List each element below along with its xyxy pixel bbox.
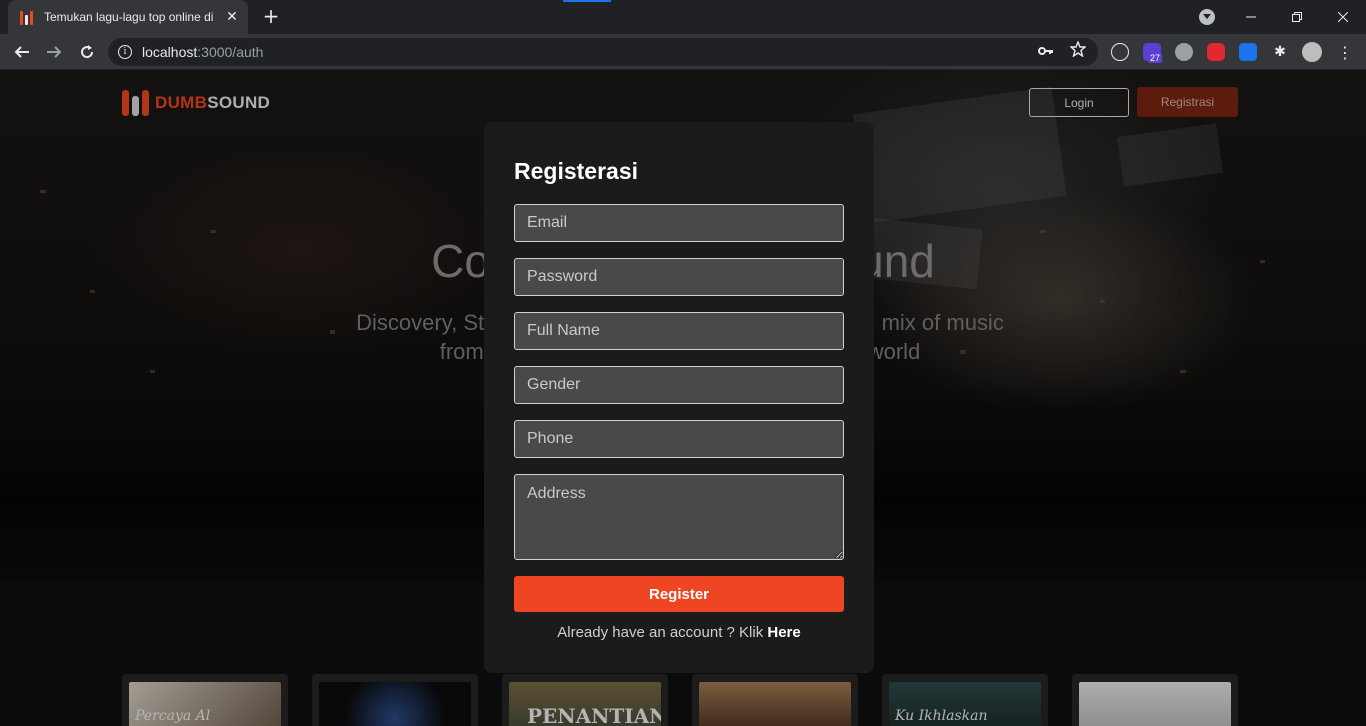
new-tab-button[interactable]: + — [260, 5, 282, 27]
login-prompt: Already have an account ? Klik Here — [514, 624, 844, 641]
url-path: :3000/auth — [197, 44, 264, 60]
gender-input[interactable] — [514, 366, 844, 404]
email-input[interactable] — [514, 204, 844, 242]
register-modal: Registerasi Register Already have an acc… — [484, 122, 874, 673]
tab-strip-accent — [563, 0, 611, 2]
circle-extension-icon[interactable] — [1175, 43, 1193, 61]
phone-input[interactable] — [514, 420, 844, 458]
hand-block-extension-icon[interactable] — [1207, 43, 1225, 61]
extension-badge: 27 — [1148, 53, 1163, 63]
key-icon[interactable] — [1038, 43, 1054, 61]
page-content: Connect on DumbSound Discovery, Stream, … — [0, 70, 1366, 726]
menu-kebab-icon[interactable]: ⋮ — [1336, 43, 1354, 62]
minimize-icon[interactable] — [1228, 0, 1274, 34]
address-bar[interactable]: i localhost:3000/auth — [108, 38, 1098, 66]
password-input[interactable] — [514, 258, 844, 296]
login-here-link[interactable]: Here — [767, 624, 800, 641]
close-tab-icon[interactable]: ✕ — [224, 9, 240, 25]
url-text: localhost:3000/auth — [142, 44, 263, 60]
extensions-puzzle-icon[interactable]: ✱ — [1271, 43, 1289, 61]
browser-toolbar: i localhost:3000/auth ✱ ⋮ — [0, 34, 1366, 70]
reload-icon[interactable] — [75, 40, 99, 64]
restore-icon[interactable] — [1274, 0, 1320, 34]
register-submit-button[interactable]: Register — [514, 576, 844, 612]
screen-extension-icon[interactable] — [1239, 43, 1257, 61]
browser-tab[interactable]: Temukan lagu-lagu top online di ✕ — [8, 0, 248, 34]
tab-search-icon[interactable] — [1199, 9, 1215, 25]
browser-tab-bar: Temukan lagu-lagu top online di ✕ + — [0, 0, 1366, 34]
site-info-icon[interactable]: i — [118, 45, 132, 59]
address-textarea[interactable] — [514, 474, 844, 560]
forward-arrow-icon[interactable] — [42, 40, 66, 64]
url-host: localhost — [142, 44, 198, 60]
bookmark-star-icon[interactable] — [1069, 40, 1087, 61]
profile-avatar[interactable] — [1302, 42, 1322, 62]
tab-title: Temukan lagu-lagu top online di — [44, 10, 214, 24]
dumbsound-favicon-icon — [20, 9, 36, 25]
login-prompt-text: Already have an account ? Klik — [557, 624, 768, 641]
back-arrow-icon[interactable] — [10, 40, 34, 64]
close-window-icon[interactable] — [1320, 0, 1366, 34]
full-name-input[interactable] — [514, 312, 844, 350]
lightbulb-extension-icon[interactable] — [1111, 43, 1129, 61]
modal-title: Registerasi — [514, 158, 639, 184]
